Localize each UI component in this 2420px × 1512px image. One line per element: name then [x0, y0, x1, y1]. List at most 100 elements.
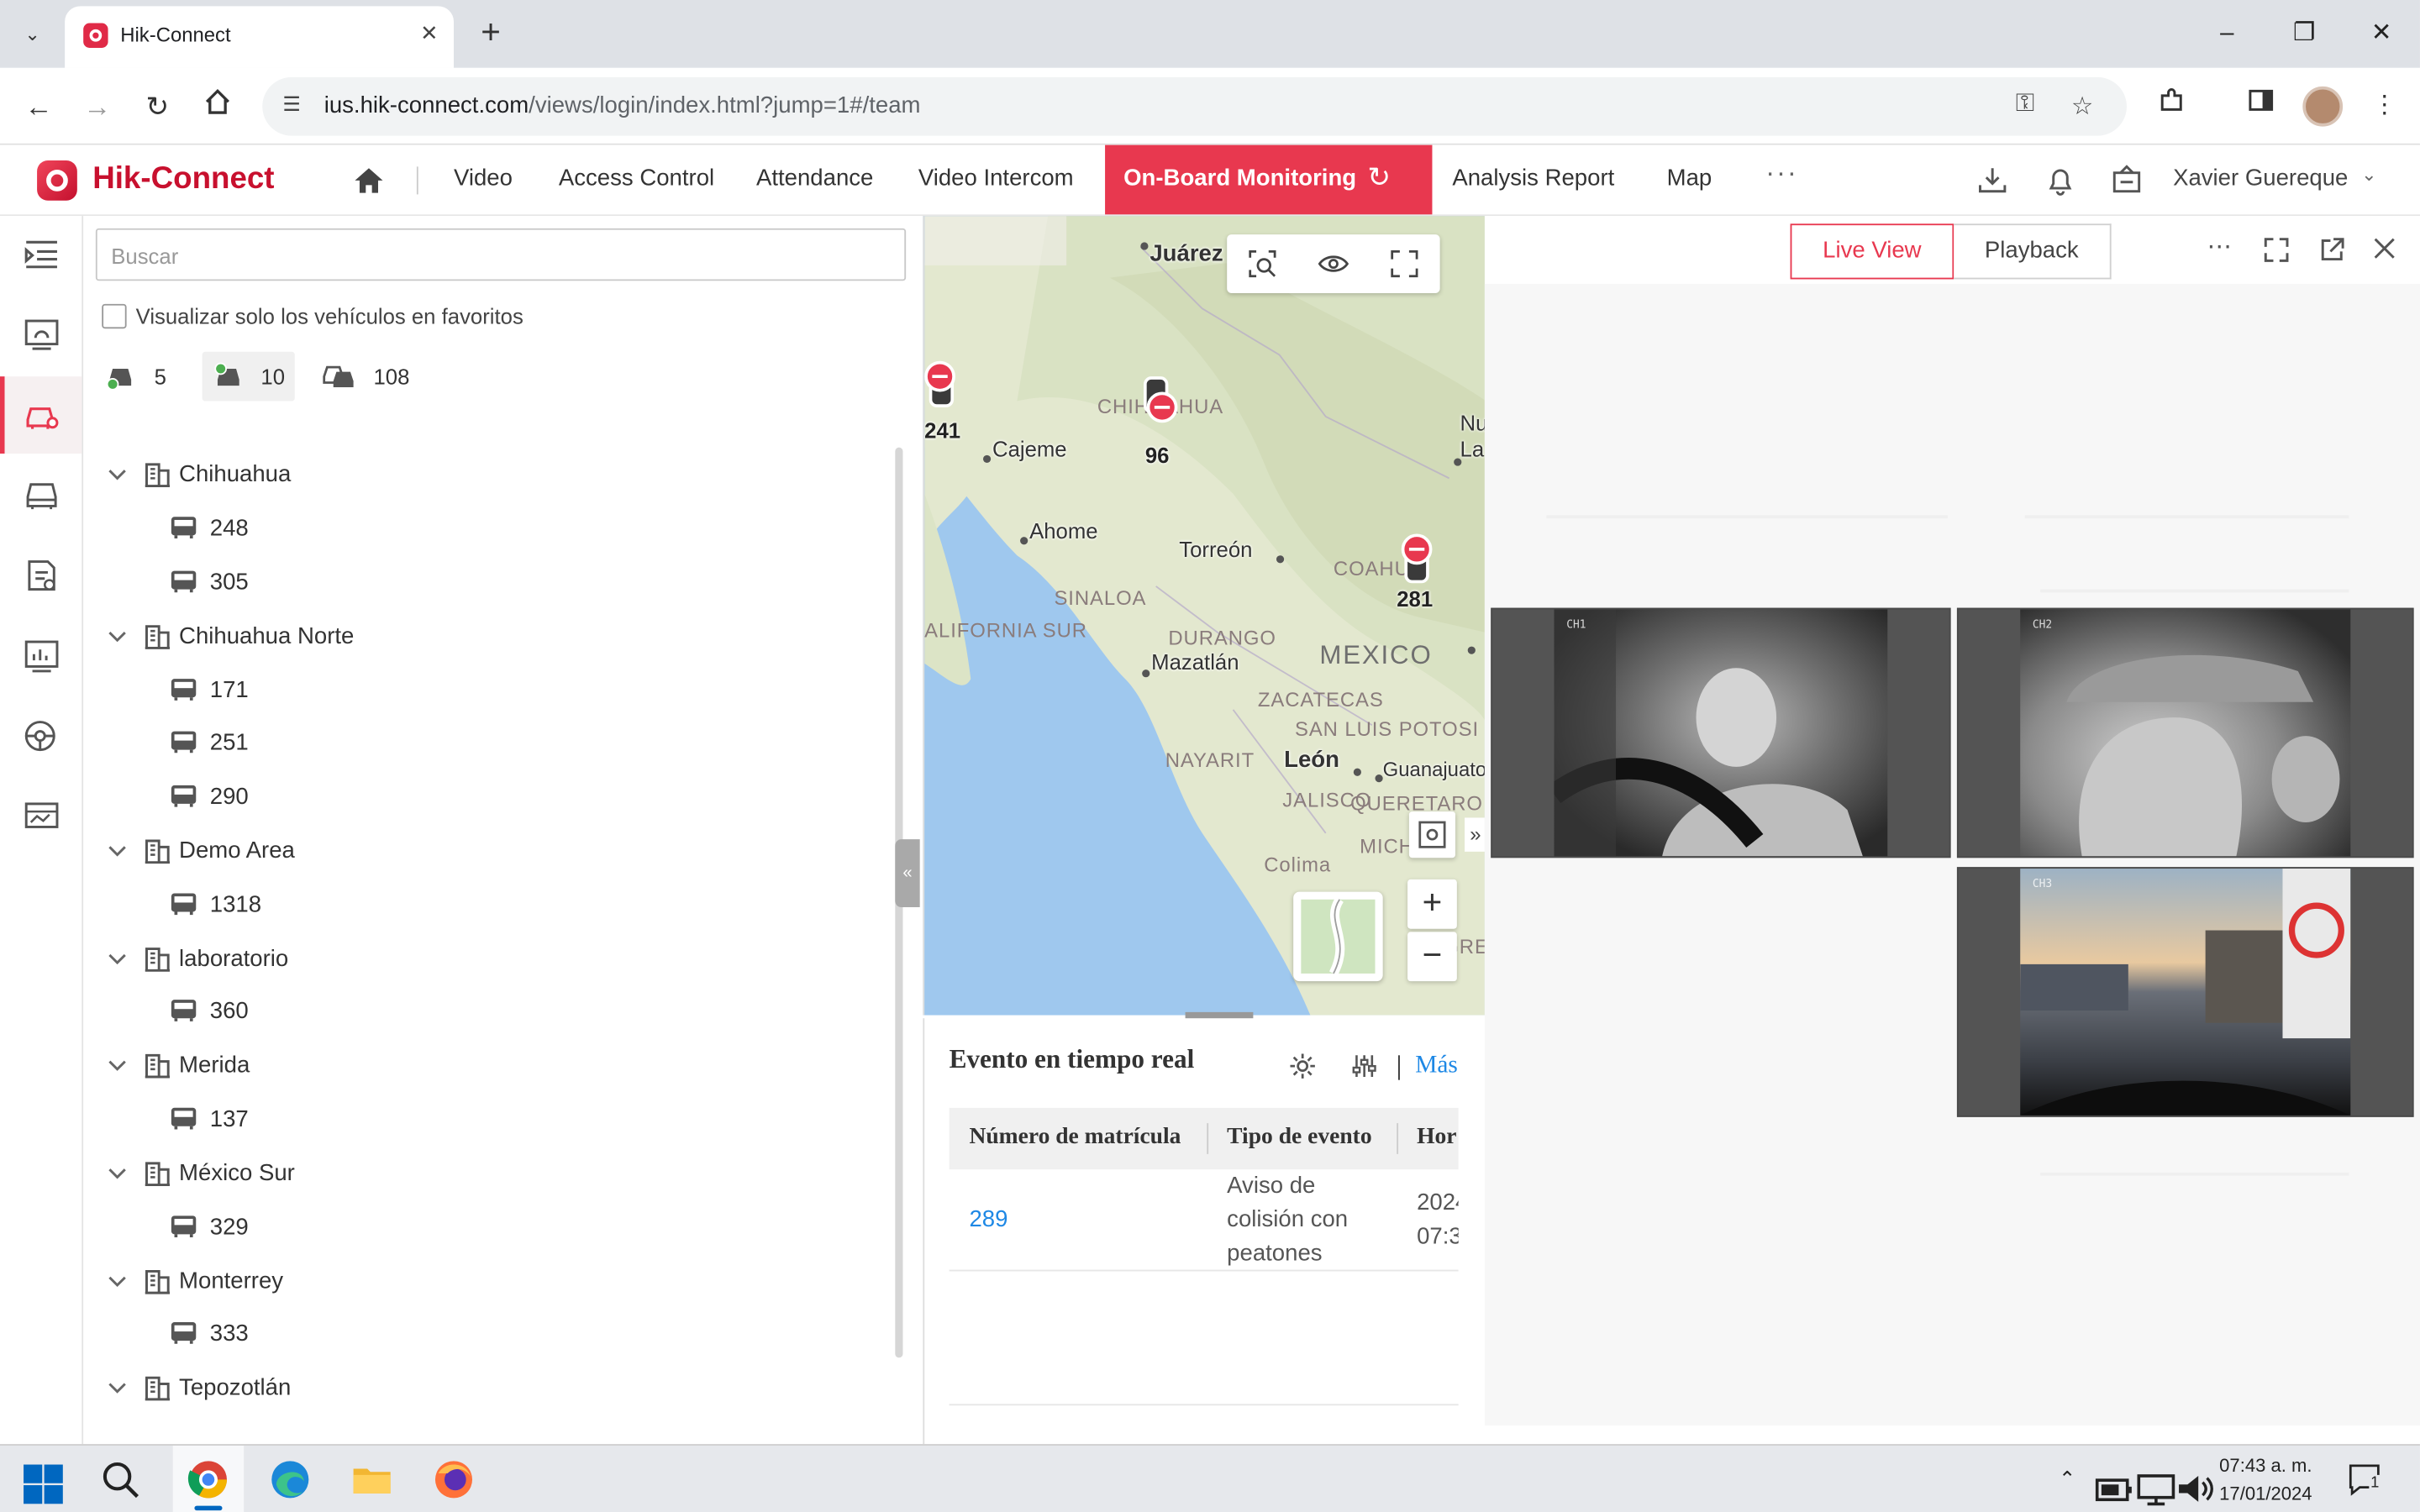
download-icon[interactable] — [1975, 164, 2009, 197]
window-close-button[interactable]: ✕ — [2358, 13, 2404, 55]
tab-playback[interactable]: Playback — [1954, 223, 2112, 280]
tree-group-laboratorio[interactable]: laboratorio — [105, 932, 288, 984]
rail-dashboard[interactable] — [0, 297, 82, 374]
browser-tab[interactable]: Hik-Connect ✕ — [65, 6, 454, 68]
minimize-button[interactable]: – — [2204, 13, 2250, 55]
menu-video[interactable]: Video — [454, 165, 513, 192]
battery-icon[interactable] — [2093, 1467, 2136, 1510]
zoom-out-button[interactable]: − — [1407, 932, 1457, 982]
site-info-icon[interactable]: ☰ — [278, 92, 306, 120]
back-button[interactable]: ← — [18, 87, 59, 127]
menu-video-intercom[interactable]: Video Intercom — [918, 165, 1074, 192]
tray-chevron-up-icon[interactable]: ⌃ — [2059, 1467, 2075, 1492]
menu-map[interactable]: Map — [1667, 165, 1712, 192]
rail-vehicle-list[interactable] — [0, 457, 82, 534]
profile-avatar[interactable] — [2302, 86, 2344, 127]
browser-menu-icon[interactable]: ⋮ — [2365, 87, 2405, 127]
chevron-down-icon[interactable]: ⌄ — [2361, 164, 2376, 186]
chrome-icon[interactable] — [187, 1458, 229, 1501]
chevron-down-icon[interactable] — [105, 623, 129, 648]
user-name[interactable]: Xavier Guereque — [2173, 165, 2348, 192]
new-tab-button[interactable]: + — [472, 13, 509, 53]
map-fullscreen-button[interactable] — [1369, 234, 1439, 293]
tree-group-chihuahua-norte[interactable]: Chihuahua Norte — [105, 609, 354, 661]
tree-vehicle[interactable]: 251 — [170, 716, 249, 768]
refresh-icon[interactable]: ↻ — [1367, 162, 1391, 195]
zoom-in-button[interactable]: + — [1407, 879, 1457, 929]
tree-group-merida[interactable]: Merida — [105, 1038, 250, 1090]
favorites-filter[interactable]: Visualizar solo los vehículos en favorit… — [102, 303, 523, 329]
menu-attendance[interactable]: Attendance — [756, 165, 873, 192]
tree-group-monterrey[interactable]: Monterrey — [105, 1254, 283, 1306]
vehicle-marker[interactable] — [924, 360, 958, 411]
bookmark-star-icon[interactable]: ☆ — [2071, 91, 2093, 122]
tree-vehicle[interactable]: 1318 — [170, 878, 261, 930]
volume-icon[interactable] — [2175, 1467, 2217, 1510]
network-icon[interactable] — [2134, 1467, 2177, 1510]
rail-vehicle-monitoring[interactable] — [0, 376, 82, 454]
column-event-type[interactable]: Tipo de evento — [1227, 1125, 1371, 1151]
tree-vehicle[interactable]: 137 — [170, 1092, 249, 1144]
rail-menu-toggle[interactable] — [0, 216, 82, 293]
menu-access-control[interactable]: Access Control — [559, 165, 714, 192]
vehicle-marker[interactable] — [1401, 533, 1435, 584]
map-layer-button[interactable] — [1408, 811, 1456, 858]
close-icon[interactable] — [2372, 236, 2396, 260]
chevron-down-icon[interactable] — [105, 1160, 129, 1184]
rail-screen-wall[interactable] — [0, 778, 82, 855]
rail-statistics[interactable] — [0, 617, 82, 695]
extensions-icon[interactable] — [2151, 87, 2191, 127]
chevron-down-icon[interactable] — [105, 461, 129, 486]
stat-all-vehicles[interactable]: 108 — [312, 352, 418, 402]
edge-icon[interactable] — [269, 1458, 312, 1501]
menu-on-board-monitoring[interactable]: On-Board Monitoring ↻ — [1105, 144, 1433, 215]
tree-vehicle[interactable]: 329 — [170, 1200, 249, 1252]
address-bar[interactable]: ☰ ius.hik-connect.com/views/login/index.… — [262, 76, 2127, 136]
vehicle-search-input[interactable]: Buscar — [95, 228, 907, 281]
forward-button[interactable]: → — [77, 87, 118, 127]
tree-group-demo-area[interactable]: Demo Area — [105, 824, 295, 876]
favorites-checkbox[interactable] — [102, 303, 127, 329]
event-plate-link[interactable]: 289 — [969, 1204, 1007, 1237]
restore-button[interactable]: ❐ — [2281, 13, 2328, 55]
chevron-down-icon[interactable] — [105, 1053, 129, 1077]
map-view[interactable]: Juárez Cajeme Ahome Torreón Mazatlán Leó… — [923, 216, 1485, 1016]
vehicle-marker[interactable] — [1143, 376, 1178, 426]
video-tile-road[interactable]: CH3 — [1956, 867, 2414, 1117]
menu-analysis-report[interactable]: Analysis Report — [1452, 165, 1614, 192]
tree-group-chihuahua[interactable]: Chihuahua — [105, 448, 291, 500]
firefox-icon[interactable] — [432, 1458, 475, 1501]
chevron-down-icon[interactable] — [105, 1268, 129, 1293]
tree-vehicle[interactable]: 290 — [170, 770, 249, 822]
column-plate[interactable]: Número de matrícula — [969, 1125, 1181, 1151]
file-explorer-icon[interactable] — [350, 1458, 393, 1501]
device-icon[interactable] — [2110, 164, 2144, 197]
home-icon[interactable] — [352, 164, 386, 197]
fullscreen-icon[interactable] — [2263, 236, 2291, 264]
tree-vehicle[interactable]: 333 — [170, 1307, 249, 1359]
rail-driving-behavior[interactable] — [0, 697, 82, 774]
menu-more[interactable]: ··· — [1765, 157, 1798, 190]
gear-icon[interactable] — [1289, 1053, 1317, 1080]
pop-out-icon[interactable] — [2318, 236, 2346, 264]
tree-vehicle[interactable]: 171 — [170, 664, 249, 716]
panel-collapse-handle[interactable]: « — [895, 839, 920, 907]
map-area-select-button[interactable] — [1227, 234, 1297, 293]
tab-close-icon[interactable]: ✕ — [420, 20, 439, 46]
notification-bell-icon[interactable] — [2044, 164, 2077, 197]
stat-online-vehicles[interactable]: 5 — [96, 352, 176, 402]
map-type-switcher[interactable] — [1293, 891, 1383, 982]
chevron-down-icon[interactable] — [105, 837, 129, 862]
video-tile-cabin[interactable]: CH2 — [1956, 607, 2414, 858]
more-options-icon[interactable]: ⋯ — [2207, 232, 2231, 263]
tree-vehicle[interactable]: 305 — [170, 555, 249, 607]
search-icon[interactable] — [99, 1458, 142, 1501]
map-visibility-button[interactable] — [1298, 234, 1369, 293]
chevron-down-icon[interactable] — [105, 1374, 129, 1399]
side-panel-icon[interactable] — [2241, 87, 2281, 127]
notification-center-button[interactable]: 1 — [2346, 1461, 2383, 1498]
table-row[interactable]: 289 Aviso de colisión con peatones 2024 … — [949, 1169, 1459, 1272]
map-panel-expand-button[interactable]: » — [1465, 817, 1485, 852]
column-time[interactable]: Hor — [1417, 1125, 1456, 1151]
tree-group-tepozotlan[interactable]: Tepozotlán — [105, 1361, 291, 1413]
